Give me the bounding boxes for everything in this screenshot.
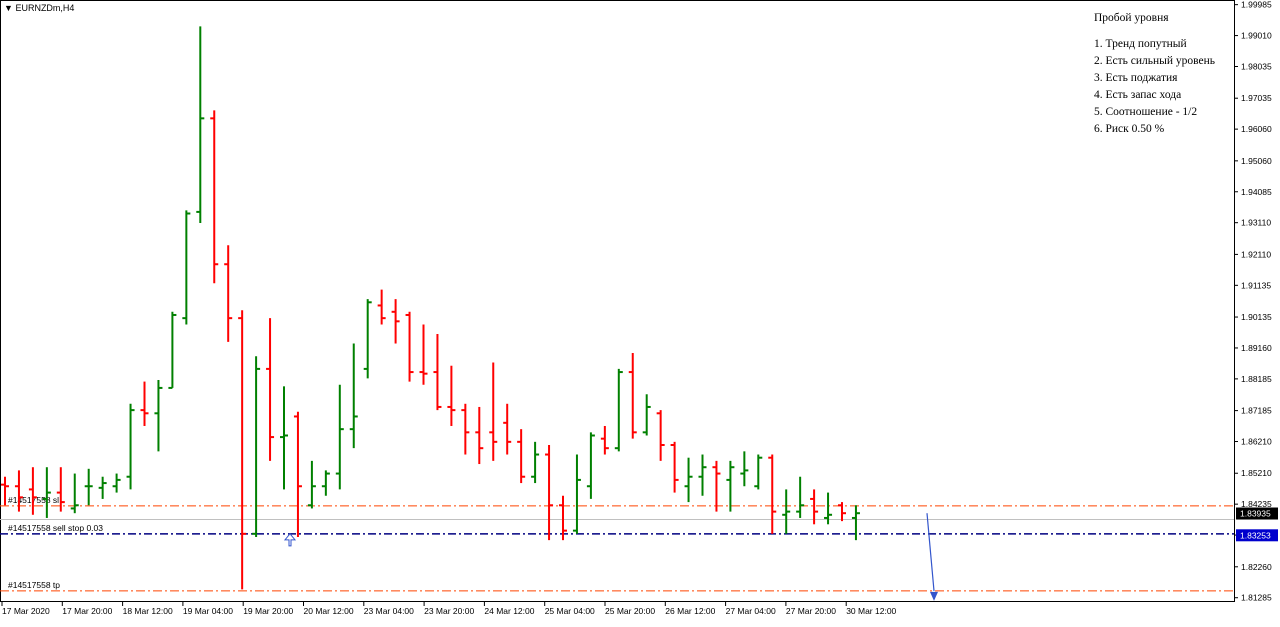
chart-area[interactable]: #14517558 sl #14517558 sell stop 0.03 #145… xyxy=(0,0,1280,622)
strategy-rule: 6. Риск 0.50 % xyxy=(1094,123,1165,135)
strategy-rule: 5. Соотношение - 1/2 xyxy=(1094,106,1198,118)
y-tick-label: 1.91135 xyxy=(1241,280,1271,290)
y-tick-label: 1.89160 xyxy=(1241,343,1272,353)
dropdown-triangle-icon[interactable]: ▼ xyxy=(4,3,13,13)
ohlc-chart[interactable]: #14517558 sl#14517558 sell stop 0.03#145… xyxy=(0,0,1280,622)
strategy-title: Пробой уровня xyxy=(1094,12,1169,24)
x-tick-label: 23 Mar 20:00 xyxy=(424,606,474,616)
x-tick-label: 19 Mar 04:00 xyxy=(183,606,233,616)
y-tick-label: 1.98035 xyxy=(1241,61,1272,71)
y-tick-label: 1.94085 xyxy=(1241,187,1272,197)
symbol-title: EURNZDm,H4 xyxy=(15,3,75,13)
price-tag-label: 1.83253 xyxy=(1240,530,1271,540)
time-axis: 17 Mar 2020 17 Mar 20:00 18 Mar 12:00 19 Ma… xyxy=(1,602,897,616)
y-tick-label: 1.88185 xyxy=(1241,374,1272,384)
tp-level-label: #14517558 tp xyxy=(8,580,60,590)
x-tick-label: 20 Mar 12:00 xyxy=(304,606,354,616)
y-tick-label: 1.92110 xyxy=(1241,249,1271,259)
x-tick-label: 17 Mar 2020 xyxy=(2,606,50,616)
y-tick-label: 1.82260 xyxy=(1241,562,1272,572)
strategy-rule: 4. Есть запас хода xyxy=(1094,89,1182,101)
x-tick-label: 23 Mar 04:00 xyxy=(364,606,414,616)
y-tick-label: 1.97035 xyxy=(1241,93,1272,103)
y-tick-label: 1.86210 xyxy=(1241,437,1272,447)
x-tick-label: 17 Mar 20:00 xyxy=(62,606,112,616)
x-tick-label: 25 Mar 04:00 xyxy=(545,606,595,616)
y-tick-label: 1.93110 xyxy=(1241,218,1271,228)
order-level-label: #14517558 sell stop 0.03 xyxy=(8,523,103,533)
y-tick-label: 1.96060 xyxy=(1241,124,1272,134)
x-tick-label: 27 Mar 20:00 xyxy=(786,606,836,616)
y-tick-label: 1.90135 xyxy=(1241,312,1272,322)
x-tick-label: 27 Mar 04:00 xyxy=(726,606,776,616)
strategy-rule: 3. Есть поджатия xyxy=(1094,72,1178,84)
x-tick-label: 25 Mar 20:00 xyxy=(605,606,655,616)
strategy-rule: 1. Тренд попутный xyxy=(1094,38,1187,50)
x-tick-label: 30 Mar 12:00 xyxy=(846,606,896,616)
strategy-info-box: Пробой уровня 1. Тренд попутный 2. Есть … xyxy=(1094,10,1215,138)
y-tick-label: 1.99985 xyxy=(1241,0,1272,10)
x-tick-label: 24 Mar 12:00 xyxy=(484,606,534,616)
y-tick-label: 1.81285 xyxy=(1241,593,1272,603)
x-tick-label: 26 Mar 12:00 xyxy=(665,606,715,616)
chart-title[interactable]: ▼ EURNZDm,H4 xyxy=(4,3,74,13)
y-tick-label: 1.95060 xyxy=(1241,156,1272,166)
strategy-rule: 2. Есть сильный уровень xyxy=(1094,55,1216,67)
x-tick-label: 18 Mar 12:00 xyxy=(123,606,173,616)
x-tick-label: 19 Mar 20:00 xyxy=(243,606,293,616)
y-tick-label: 1.87185 xyxy=(1241,406,1272,416)
y-tick-label: 1.85210 xyxy=(1241,468,1272,478)
price-tag-label: 1.83935 xyxy=(1240,509,1271,519)
y-tick-label: 1.99010 xyxy=(1241,31,1272,41)
